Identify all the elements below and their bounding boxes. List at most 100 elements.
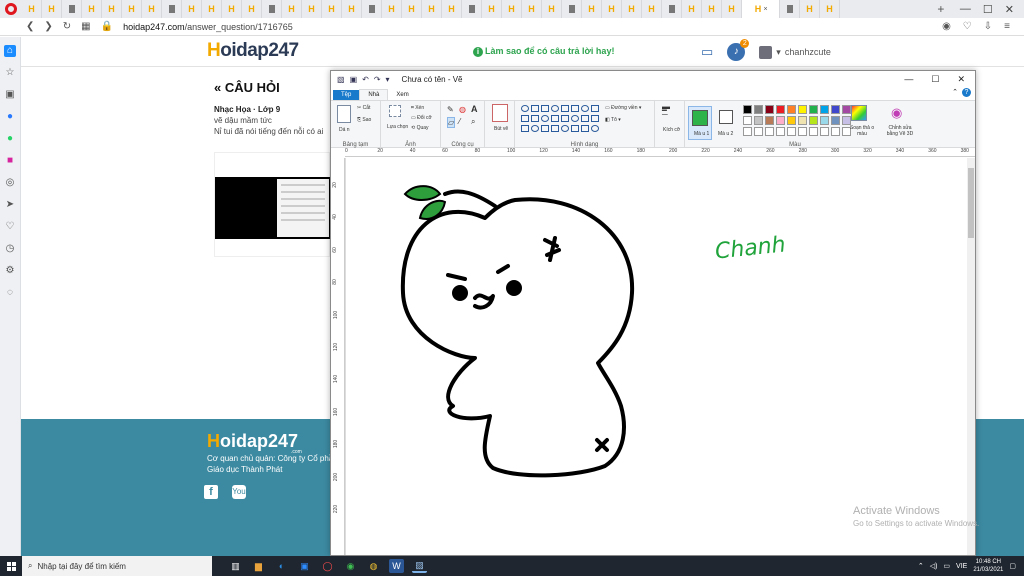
custom-color-slot[interactable] — [820, 127, 829, 136]
bulb-icon[interactable]: ◌ — [4, 287, 16, 299]
coc-coc-icon[interactable]: ◉ — [343, 559, 358, 573]
shape-option[interactable] — [561, 115, 569, 122]
browser-tab[interactable]: H — [182, 0, 202, 18]
browser-tab[interactable]: H — [482, 0, 502, 18]
size-icon[interactable]: ▬ ━ ─ — [662, 103, 670, 119]
browser-tab[interactable]: H — [442, 0, 462, 18]
browser-tab[interactable] — [780, 0, 800, 18]
palette-swatch[interactable] — [765, 116, 774, 125]
scrollbar-thumb[interactable] — [968, 168, 974, 238]
browser-tab[interactable]: H — [242, 0, 262, 18]
redo-icon[interactable]: ↷ — [374, 75, 381, 84]
tab-home[interactable]: Nhà — [359, 89, 389, 100]
browser-tab[interactable] — [62, 0, 82, 18]
paint-maximize-icon[interactable]: ☐ — [931, 74, 939, 85]
url-field[interactable]: hoidap247.com/answer_question/1716765 — [123, 22, 293, 32]
browser-tab[interactable]: H — [622, 0, 642, 18]
star-icon[interactable]: ☆ — [4, 67, 16, 79]
browser-tab[interactable]: H — [42, 0, 62, 18]
shape-option[interactable] — [541, 125, 549, 132]
rotate-button[interactable]: ⟲ Quay — [411, 125, 429, 131]
shape-option[interactable] — [521, 125, 529, 132]
shape-option[interactable] — [561, 105, 569, 112]
palette-swatch[interactable] — [820, 105, 829, 114]
edge-icon[interactable]: ◐ — [274, 559, 289, 573]
word-icon[interactable]: W — [389, 559, 404, 573]
shape-option[interactable] — [551, 125, 559, 132]
tab-file[interactable]: Tệp — [333, 90, 360, 100]
shape-option[interactable] — [521, 115, 529, 122]
palette-swatch[interactable] — [787, 105, 796, 114]
paint3d-icon[interactable]: ◉ — [891, 105, 902, 121]
home-grid-icon[interactable]: ▦ — [81, 21, 90, 32]
palette-swatch[interactable] — [809, 105, 818, 114]
chevron-up-icon[interactable]: ⌃ — [918, 562, 924, 570]
paste-button[interactable]: Dá n — [339, 127, 350, 133]
vk-icon[interactable]: ◎ — [4, 177, 16, 189]
close-icon[interactable]: ✕ — [1005, 3, 1014, 16]
shape-option[interactable] — [521, 105, 529, 112]
browser-tab[interactable]: H — [102, 0, 122, 18]
question-meta[interactable]: Nhạc Họa · Lớp 9 — [214, 105, 334, 114]
browser-tab[interactable] — [662, 0, 682, 18]
messenger-icon[interactable]: ● — [4, 111, 16, 123]
opera-menu-icon[interactable] — [0, 0, 22, 18]
browser-tab[interactable]: H — [142, 0, 162, 18]
shape-option[interactable] — [561, 125, 569, 132]
browser-tab[interactable] — [362, 0, 382, 18]
shape-option[interactable] — [571, 115, 579, 122]
shape-option[interactable] — [591, 125, 599, 132]
maximize-icon[interactable]: ☐ — [983, 3, 993, 16]
browser-tab[interactable]: H — [422, 0, 442, 18]
browser-tab[interactable]: H — [302, 0, 322, 18]
browser-tab[interactable]: H — [682, 0, 702, 18]
tab-view[interactable]: Xem — [388, 90, 416, 100]
footer-logo[interactable]: Hoidap247 — [207, 431, 298, 452]
shape-option[interactable] — [581, 105, 589, 112]
camera-icon[interactable]: ◉ — [942, 21, 951, 32]
palette-swatch[interactable] — [743, 116, 752, 125]
notifications-icon[interactable]: ▢ — [1009, 562, 1016, 570]
history-icon[interactable]: ◷ — [4, 243, 16, 255]
send-icon[interactable]: ➤ — [4, 199, 16, 211]
browser-tab[interactable] — [262, 0, 282, 18]
palette-swatch[interactable] — [743, 105, 752, 114]
help-icon[interactable]: ? — [962, 88, 971, 97]
user-menu[interactable]: ▾ chanhzcute — [759, 45, 831, 59]
browser-tab[interactable]: H — [22, 0, 42, 18]
minimize-icon[interactable]: — — [960, 3, 971, 16]
size-button[interactable]: Kích cỡ — [663, 127, 680, 133]
facebook-icon[interactable]: f — [204, 485, 218, 499]
shape-option[interactable] — [551, 105, 559, 112]
color-picker-icon[interactable]: ⁄ — [459, 117, 460, 126]
chrome-icon[interactable]: ◍ — [366, 559, 381, 573]
paste-icon[interactable] — [337, 105, 351, 123]
download-icon[interactable]: ⇩ — [984, 21, 992, 32]
browser-tab[interactable]: H — [642, 0, 662, 18]
eraser-icon[interactable]: ▱ — [447, 117, 456, 128]
custom-color-slot[interactable] — [809, 127, 818, 136]
palette-swatch[interactable] — [776, 105, 785, 114]
palette-swatch[interactable] — [809, 116, 818, 125]
custom-color-slot[interactable] — [754, 127, 763, 136]
browser-tab[interactable]: H — [382, 0, 402, 18]
tab-active[interactable]: H × — [742, 0, 780, 18]
brush-icon[interactable] — [492, 104, 508, 122]
file-explorer-icon[interactable]: ▆ — [251, 559, 266, 573]
shape-option[interactable] — [531, 105, 539, 112]
shape-option[interactable] — [591, 115, 599, 122]
browser-tab[interactable]: H — [402, 0, 422, 18]
browser-tab[interactable]: H — [222, 0, 242, 18]
text-icon[interactable]: A — [471, 104, 478, 114]
browser-tab[interactable]: H — [722, 0, 742, 18]
palette-swatch[interactable] — [787, 116, 796, 125]
custom-color-slot[interactable] — [787, 127, 796, 136]
palette-swatch[interactable] — [831, 105, 840, 114]
customize-icon[interactable]: ▾ — [386, 75, 390, 84]
save-icon[interactable]: ▣ — [350, 75, 358, 84]
shape-option[interactable] — [591, 105, 599, 112]
outline-button[interactable]: ▭ Đường viền ▾ — [605, 105, 641, 111]
palette-swatch[interactable] — [842, 116, 851, 125]
browser-tab[interactable]: H — [602, 0, 622, 18]
heart-icon[interactable]: ♡ — [963, 21, 972, 32]
